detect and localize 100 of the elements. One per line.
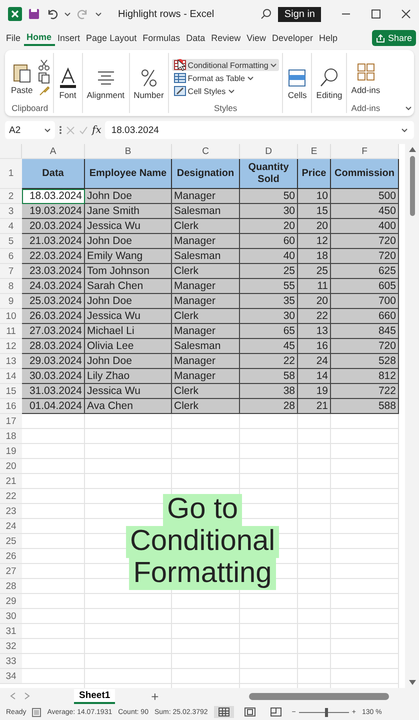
table-cell: 22: [298, 309, 331, 324]
ribbon-tab[interactable]: Data: [183, 31, 208, 45]
maximize-icon[interactable]: [371, 9, 381, 19]
add-sheet-button[interactable]: +: [151, 688, 159, 704]
column-header[interactable]: D: [240, 144, 298, 158]
ribbon-tab[interactable]: Home: [24, 30, 55, 46]
row-number[interactable]: 8: [0, 279, 22, 294]
row-number[interactable]: 23: [0, 504, 22, 519]
table-cell: 605: [331, 279, 399, 294]
row-number[interactable]: 4: [0, 219, 22, 234]
row-number[interactable]: 18: [0, 429, 22, 444]
ribbon-tab[interactable]: View: [244, 31, 269, 45]
ribbon-tab[interactable]: Developer: [269, 31, 316, 45]
check-icon[interactable]: [79, 126, 88, 134]
search-icon[interactable]: [260, 8, 272, 20]
view-button[interactable]: [214, 706, 234, 718]
table-cell: 29.03.2024: [22, 354, 85, 369]
row-number[interactable]: 32: [0, 639, 22, 654]
save-icon[interactable]: [28, 8, 40, 20]
row-number[interactable]: 19: [0, 444, 22, 459]
ribbon-tab[interactable]: Review: [208, 31, 244, 45]
sign-in-button[interactable]: Sign in: [278, 6, 321, 22]
table-cell: Manager: [172, 354, 240, 369]
ribbon-tab[interactable]: Page Layout: [83, 31, 140, 45]
alignment-button[interactable]: Alignment: [86, 66, 126, 100]
column-header[interactable]: C: [172, 144, 240, 158]
row-number[interactable]: 26: [0, 549, 22, 564]
share-button[interactable]: Share: [372, 30, 416, 46]
table-cell: 30: [240, 204, 298, 219]
row-number[interactable]: 3: [0, 204, 22, 219]
table-cell: 20: [240, 219, 298, 234]
styles-menu-button[interactable]: Format as Table: [172, 72, 280, 84]
undo-icon[interactable]: [46, 8, 58, 20]
previous-sheet-icon[interactable]: [10, 692, 16, 700]
table-cell: 23.03.2024: [22, 264, 85, 279]
scissors-icon[interactable]: [38, 59, 50, 71]
row-number[interactable]: 30: [0, 609, 22, 624]
table-cell: 10: [298, 189, 331, 204]
close-icon[interactable]: [401, 9, 411, 19]
row-number[interactable]: 31: [0, 624, 22, 639]
header-cell: Price: [298, 159, 331, 189]
row-number[interactable]: 6: [0, 249, 22, 264]
table-cell: 26.03.2024: [22, 309, 85, 324]
font-button[interactable]: Font: [56, 66, 79, 100]
row-number[interactable]: 10: [0, 309, 22, 324]
ribbon-tab[interactable]: File: [3, 31, 24, 45]
scroll-up-icon[interactable]: [408, 147, 416, 152]
row-number[interactable]: 1: [0, 159, 22, 189]
macro-icon[interactable]: [32, 708, 42, 716]
row-number[interactable]: 29: [0, 594, 22, 609]
styles-menu-button[interactable]: Conditional Formatting: [172, 59, 280, 71]
formula-input[interactable]: 18.03.2024: [105, 121, 414, 139]
row-number[interactable]: 20: [0, 459, 22, 474]
row-number[interactable]: 27: [0, 564, 22, 579]
zoom-slider-thumb[interactable]: [324, 708, 328, 716]
row-number[interactable]: 12: [0, 339, 22, 354]
row-number[interactable]: 33: [0, 654, 22, 669]
column-header[interactable]: B: [85, 144, 172, 158]
styles-menu-button[interactable]: Cell Styles: [172, 85, 280, 97]
insert-function-button[interactable]: fx: [92, 124, 102, 136]
more-icon[interactable]: [59, 125, 62, 135]
row-number[interactable]: 25: [0, 534, 22, 549]
sheet-tab[interactable]: Sheet1: [74, 688, 116, 704]
row-number[interactable]: 22: [0, 489, 22, 504]
column-header[interactable]: E: [298, 144, 331, 158]
ribbon-tab[interactable]: Help: [316, 31, 341, 45]
row-number[interactable]: 21: [0, 474, 22, 489]
row-number[interactable]: 24: [0, 519, 22, 534]
row-number[interactable]: 11: [0, 324, 22, 339]
row-number[interactable]: 14: [0, 369, 22, 384]
table-cell: Manager: [172, 189, 240, 204]
row-number[interactable]: 15: [0, 384, 22, 399]
row-number[interactable]: 16: [0, 399, 22, 414]
ribbon-tab[interactable]: Insert: [54, 31, 84, 45]
row-number[interactable]: 34: [0, 669, 22, 684]
scroll-down-icon[interactable]: [408, 680, 416, 685]
table-cell: 588: [331, 399, 399, 414]
editing-button[interactable]: Editing: [315, 66, 344, 100]
ribbon-tab[interactable]: Formulas: [140, 31, 184, 45]
row-number[interactable]: 7: [0, 264, 22, 279]
scrollbar-thumb[interactable]: [410, 156, 414, 216]
brush-icon[interactable]: [38, 85, 50, 97]
column-header[interactable]: F: [331, 144, 399, 158]
table-cell: 20.03.2024: [22, 219, 85, 234]
name-box[interactable]: A2: [5, 121, 55, 139]
row-number[interactable]: 17: [0, 414, 22, 429]
copy-icon[interactable]: [38, 72, 50, 84]
row-number[interactable]: 13: [0, 354, 22, 369]
number-button[interactable]: Number: [132, 66, 165, 100]
row-number[interactable]: 9: [0, 294, 22, 309]
add-ins-button[interactable]: Add-ins: [350, 62, 382, 94]
cells-button[interactable]: Cells: [286, 66, 308, 100]
row-number[interactable]: 28: [0, 579, 22, 594]
next-sheet-icon[interactable]: [24, 692, 30, 700]
percent-icon: [138, 66, 159, 88]
column-header[interactable]: A: [22, 144, 85, 158]
row-number[interactable]: 5: [0, 234, 22, 249]
row-number[interactable]: 2: [0, 189, 22, 204]
horizontal-scrollbar[interactable]: [249, 692, 389, 700]
paste-button[interactable]: Paste: [10, 62, 34, 94]
